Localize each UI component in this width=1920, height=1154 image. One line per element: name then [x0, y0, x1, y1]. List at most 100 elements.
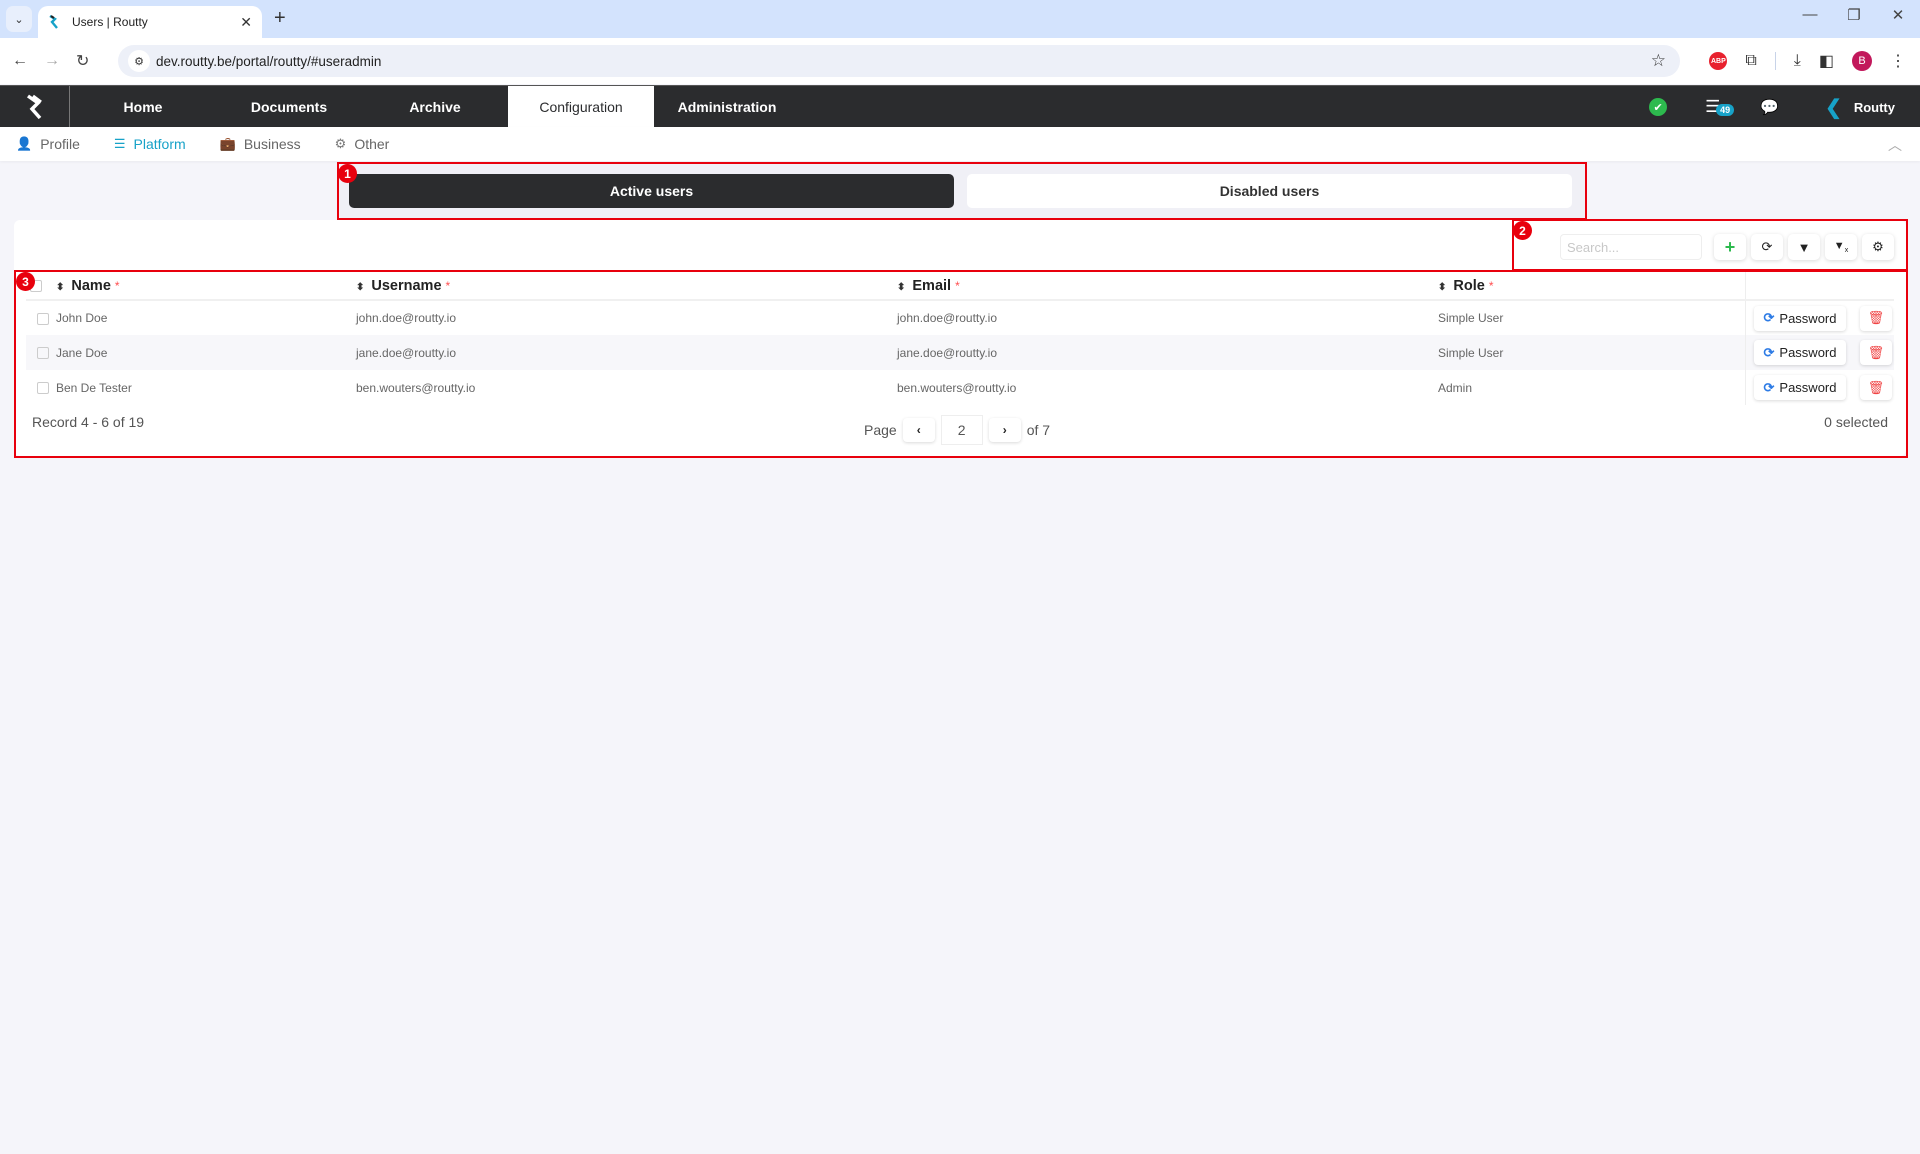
- page-label: Page: [864, 422, 897, 438]
- nav-configuration[interactable]: Configuration: [508, 86, 654, 127]
- browser-tabstrip: ⌄ Users | Routty ✕ + — ❐ ✕: [0, 0, 1920, 38]
- table-row[interactable]: Jane Doe jane.doe@routty.io jane.doe@rou…: [26, 335, 1894, 370]
- extensions-puzzle-icon[interactable]: ⧉: [1745, 52, 1756, 70]
- search-input[interactable]: [1560, 234, 1702, 260]
- task-list-icon[interactable]: ☰ 49: [1705, 97, 1735, 117]
- sort-icon: ⬍: [1438, 281, 1447, 293]
- subnav-business[interactable]: 💼 Business: [220, 136, 301, 152]
- sort-icon: ⬍: [897, 281, 906, 293]
- table-row[interactable]: Ben De Tester ben.wouters@routty.io ben.…: [26, 370, 1894, 405]
- trash-icon: 🗑: [1867, 379, 1885, 395]
- next-page-button[interactable]: ›: [988, 418, 1021, 442]
- download-icon[interactable]: ⤓: [1794, 52, 1801, 70]
- table-header-row: ⬍ Name * ⬍ Username * ⬍ Email * ⬍ Role *: [26, 272, 1894, 301]
- page-number-input[interactable]: [940, 415, 983, 445]
- gear-icon: ⚙: [334, 136, 347, 151]
- chevron-up-icon[interactable]: ︿: [1888, 135, 1902, 155]
- refresh-icon: ⟳: [1761, 239, 1773, 254]
- delete-user-button[interactable]: 🗑: [1859, 375, 1892, 400]
- status-ok-icon[interactable]: ✔: [1649, 98, 1668, 116]
- required-marker: *: [445, 278, 451, 293]
- close-window-icon[interactable]: ✕: [1876, 6, 1920, 24]
- browser-menu-icon[interactable]: ⋮: [1890, 51, 1906, 71]
- column-label: Username: [371, 277, 442, 294]
- column-header-name[interactable]: ⬍ Name *: [56, 272, 356, 301]
- tab-title: Users | Routty: [72, 15, 148, 29]
- reload-icon[interactable]: ↻: [76, 51, 89, 71]
- subnav-label: Other: [354, 136, 390, 152]
- table-row[interactable]: John Doe john.doe@routty.io john.doe@rou…: [26, 300, 1894, 335]
- forward-icon[interactable]: →: [44, 52, 60, 70]
- account-menu[interactable]: ❮ Routty: [1825, 95, 1895, 120]
- tab-list-chevron-icon[interactable]: ⌄: [6, 6, 32, 32]
- new-tab-button[interactable]: +: [274, 7, 286, 30]
- nav-administration[interactable]: Administration: [654, 86, 800, 127]
- briefcase-icon: 💼: [219, 136, 236, 151]
- site-settings-icon[interactable]: ⚙: [128, 50, 150, 72]
- subnav-platform[interactable]: ☰ Platform: [114, 136, 186, 152]
- refresh-button[interactable]: ⟳: [1751, 234, 1783, 260]
- restore-icon[interactable]: ❐: [1832, 6, 1876, 24]
- reset-password-button[interactable]: ⟳ Password: [1753, 375, 1847, 400]
- side-panel-icon[interactable]: ◧: [1819, 51, 1834, 71]
- column-header-actions: [1744, 272, 1894, 301]
- brand-name: Routty: [1853, 99, 1895, 115]
- reset-password-button[interactable]: ⟳ Password: [1753, 305, 1847, 331]
- reset-password-button[interactable]: ⟳ Password: [1753, 340, 1847, 365]
- subnav-label: Platform: [133, 136, 186, 152]
- column-header-role[interactable]: ⬍ Role *: [1438, 272, 1745, 301]
- tab-disabled-users[interactable]: Disabled users: [967, 174, 1572, 208]
- row-checkbox[interactable]: [37, 382, 49, 395]
- nav-documents[interactable]: Documents: [216, 86, 362, 127]
- adblock-extension-icon[interactable]: ABP: [1709, 52, 1728, 70]
- cell-role: Simple User: [1438, 311, 1504, 325]
- window-controls: — ❐ ✕: [1788, 6, 1920, 24]
- delete-user-button[interactable]: 🗑: [1859, 305, 1892, 331]
- plus-icon: +: [1724, 236, 1736, 257]
- routty-logo-icon: [26, 94, 42, 120]
- row-checkbox[interactable]: [37, 312, 49, 325]
- nav-archive[interactable]: Archive: [362, 86, 508, 127]
- minimize-icon[interactable]: —: [1788, 6, 1832, 24]
- address-bar[interactable]: ⚙ dev.routty.be/portal/routty/#useradmin…: [118, 45, 1680, 77]
- settings-button[interactable]: ⚙: [1862, 234, 1894, 260]
- url-text[interactable]: dev.routty.be/portal/routty/#useradmin: [156, 54, 381, 69]
- annotation-badge-1: 1: [338, 164, 357, 183]
- cell-role: Simple User: [1438, 335, 1745, 370]
- cell-role: Admin: [1438, 380, 1473, 395]
- filter-button[interactable]: ▼: [1788, 234, 1820, 260]
- prev-page-button[interactable]: ‹: [902, 418, 935, 442]
- nav-home[interactable]: Home: [70, 86, 216, 127]
- table-toolbar: + ⟳ ▼ ▼x ⚙: [1510, 232, 1899, 262]
- delete-user-button[interactable]: 🗑: [1859, 340, 1892, 365]
- cell-email: jane.doe@routty.io: [897, 335, 1438, 370]
- column-header-username[interactable]: ⬍ Username *: [356, 272, 897, 301]
- subnav-profile[interactable]: 👤 Profile: [16, 136, 80, 152]
- browser-toolbar: ← → ↻ ⚙ dev.routty.be/portal/routty/#use…: [0, 38, 1920, 84]
- routty-logo[interactable]: [0, 86, 70, 128]
- browser-tab[interactable]: Users | Routty ✕: [38, 6, 262, 38]
- column-header-email[interactable]: ⬍ Email *: [897, 272, 1438, 301]
- add-user-button[interactable]: +: [1714, 234, 1746, 260]
- chevron-left-icon: ‹: [916, 423, 921, 437]
- tab-active-users[interactable]: Active users: [349, 174, 954, 208]
- subnav-other[interactable]: ⚙ Other: [335, 136, 390, 152]
- sub-navbar: 👤 Profile ☰ Platform 💼 Business ⚙ Other …: [0, 127, 1920, 161]
- database-icon: ☰: [113, 136, 126, 151]
- refresh-icon: ⟳: [1763, 379, 1775, 395]
- refresh-icon: ⟳: [1763, 310, 1775, 325]
- bookmark-star-icon[interactable]: ☆: [1651, 51, 1666, 71]
- chat-icon[interactable]: 💬: [1760, 98, 1779, 116]
- routty-brand-icon: ❮: [1825, 96, 1842, 119]
- close-tab-icon[interactable]: ✕: [240, 14, 252, 31]
- user-status-tabs: Active users Disabled users: [337, 163, 1587, 218]
- back-icon[interactable]: ←: [12, 52, 28, 70]
- subnav-label: Profile: [40, 136, 80, 152]
- cell-username: john.doe@routty.io: [356, 311, 457, 325]
- clear-filter-button[interactable]: ▼x: [1825, 234, 1857, 260]
- row-checkbox[interactable]: [37, 347, 49, 360]
- sort-icon: ⬍: [56, 281, 65, 293]
- annotation-badge-3: 3: [16, 272, 35, 291]
- notification-badge: 49: [1716, 104, 1735, 116]
- profile-avatar[interactable]: B: [1852, 51, 1872, 71]
